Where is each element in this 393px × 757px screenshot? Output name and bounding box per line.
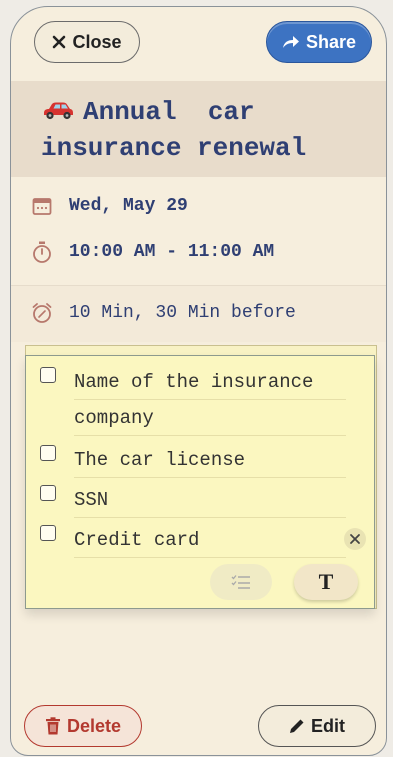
delete-button-label: Delete: [66, 715, 122, 736]
event-detail-card: Close Share Annual car insurance renewal…: [10, 6, 387, 756]
close-button[interactable]: Close: [34, 21, 140, 63]
calendar-icon: [31, 195, 53, 217]
checklist-item-line: SSN: [74, 482, 346, 518]
clear-item-button[interactable]: [344, 528, 366, 550]
edit-button[interactable]: Edit: [258, 705, 376, 747]
checklist-item-text[interactable]: Name of the insurance company: [74, 364, 346, 436]
checklist-item-line: Credit card: [74, 522, 346, 558]
checklist-note: Name of the insurance company The car li…: [25, 355, 375, 609]
stopwatch-icon: [31, 241, 53, 263]
checkbox[interactable]: [40, 485, 56, 501]
event-time-row: 10:00 AM - 11:00 AM: [31, 241, 274, 263]
event-title-text: Annual car insurance renewal: [41, 97, 307, 163]
event-reminder-row: 10 Min, 30 Min before: [31, 302, 296, 324]
pencil-icon: [289, 718, 305, 734]
clear-x-icon: [349, 533, 361, 545]
checklist-item[interactable]: SSN: [40, 482, 346, 518]
checklist-item[interactable]: Name of the insurance company: [40, 364, 346, 436]
checkbox[interactable]: [40, 445, 56, 461]
close-button-label: Close: [72, 31, 122, 52]
checklist-item-line: company: [74, 400, 346, 436]
trash-icon: [45, 717, 61, 735]
event-title: Annual car insurance renewal: [41, 95, 361, 165]
share-button[interactable]: Share: [266, 21, 372, 63]
checklist-icon: [231, 574, 251, 590]
checklist-item[interactable]: The car license: [40, 442, 346, 478]
checklist-item-line: Name of the insurance: [74, 364, 346, 400]
checklist-item-text[interactable]: SSN: [74, 482, 346, 518]
checklist-item-text[interactable]: Credit card: [74, 522, 346, 558]
text-mode-button[interactable]: T: [294, 564, 358, 600]
edit-button-label: Edit: [311, 715, 345, 736]
text-format-icon: T: [318, 569, 334, 594]
share-arrow-icon: [282, 35, 300, 49]
checklist-item-text[interactable]: The car license: [74, 442, 346, 478]
checklist-item[interactable]: Credit card: [40, 522, 346, 558]
delete-button[interactable]: Delete: [24, 705, 142, 747]
checklist-item-line: The car license: [74, 442, 346, 478]
checkbox[interactable]: [40, 525, 56, 541]
event-date-row: Wed, May 29: [31, 195, 188, 217]
car-icon: [41, 97, 75, 131]
checklist-mode-button[interactable]: [210, 564, 272, 600]
event-reminder: 10 Min, 30 Min before: [69, 303, 296, 323]
event-time: 10:00 AM - 11:00 AM: [69, 242, 275, 262]
checkbox[interactable]: [40, 367, 56, 383]
close-icon: [52, 35, 66, 49]
event-date: Wed, May 29: [69, 196, 188, 216]
share-button-label: Share: [305, 31, 357, 52]
alarm-clock-icon: [31, 302, 53, 324]
